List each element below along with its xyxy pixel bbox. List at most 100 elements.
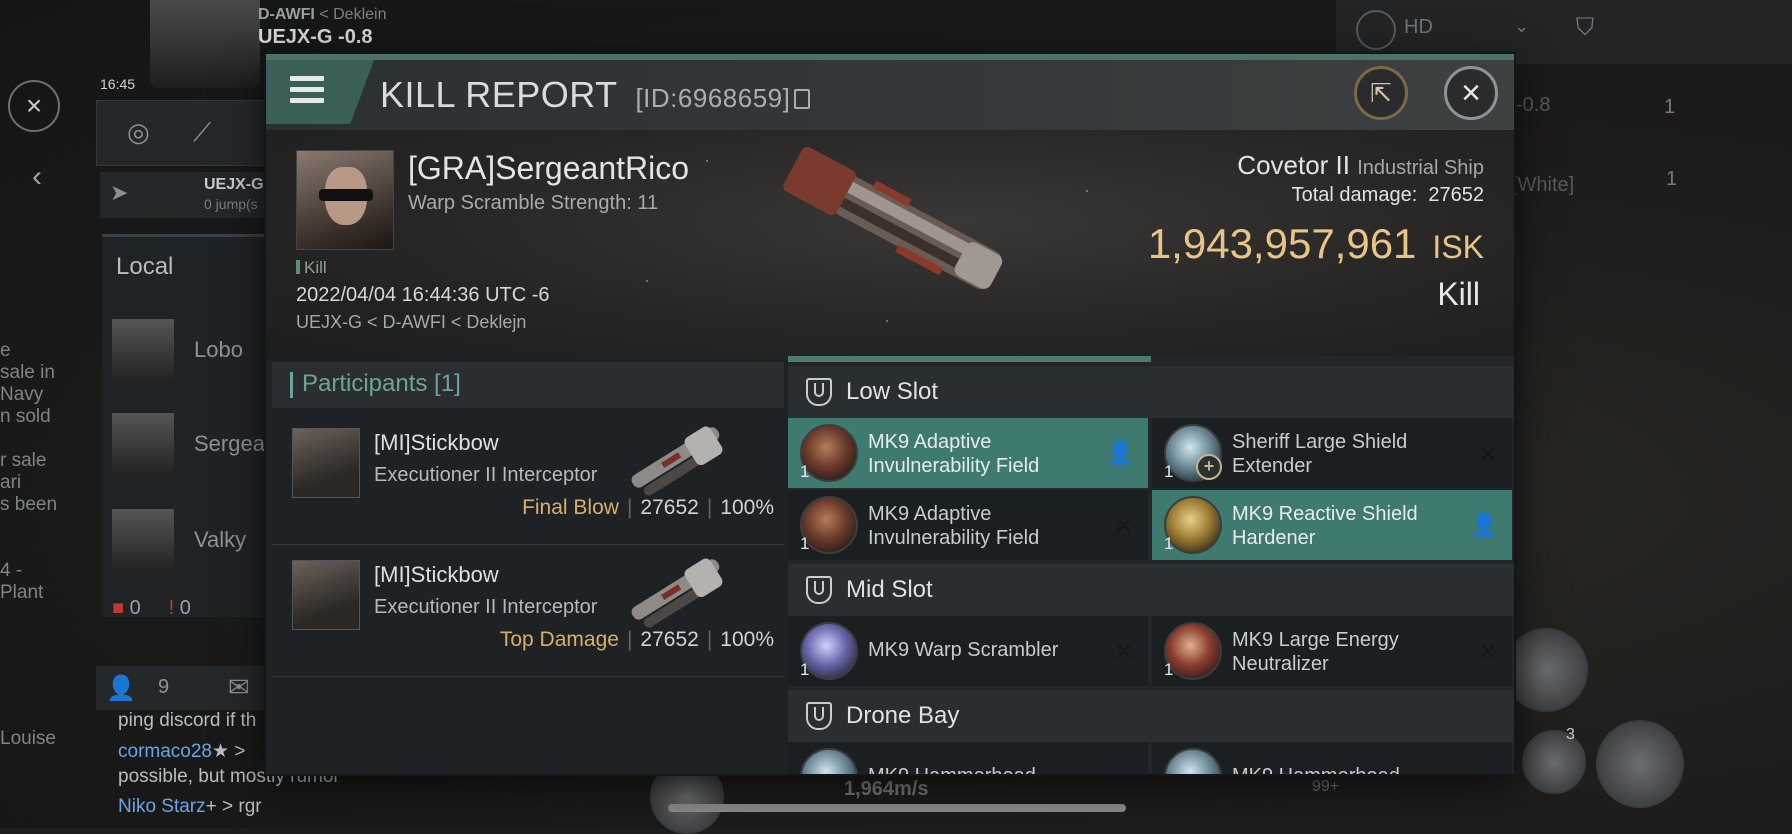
dialog-title: KILL REPORT [ID:6968659] bbox=[380, 74, 811, 116]
copy-icon[interactable] bbox=[794, 89, 811, 109]
overview-standing: [White] bbox=[1512, 174, 1575, 196]
share-button[interactable]: ⇱ bbox=[1354, 66, 1408, 120]
fitting-item[interactable]: MK9 Hammerhead bbox=[788, 742, 1148, 774]
kill-datetime: 2022/04/04 16:44:36 UTC -6 bbox=[296, 284, 550, 306]
avatar[interactable] bbox=[292, 428, 360, 498]
close-icon: × bbox=[1461, 73, 1481, 112]
participant-name: [MI]Stickbow bbox=[374, 430, 499, 455]
current-system[interactable]: UEJX-G -0.8 bbox=[258, 26, 373, 49]
speed-readout: 1,964m/s bbox=[844, 778, 929, 800]
share-icon: ⇱ bbox=[1370, 77, 1392, 108]
victim-name[interactable]: [GRA]SergeantRico bbox=[408, 150, 689, 187]
fitting-item[interactable]: 1 MK9 Large Energy Neutralizer ✕ bbox=[1152, 616, 1512, 686]
overview-count: 1 bbox=[1666, 168, 1678, 190]
chat-toolbar: 👤 9 ✉ bbox=[96, 666, 272, 710]
mail-icon[interactable]: ✉ bbox=[228, 672, 250, 703]
close-button[interactable]: × bbox=[1444, 66, 1498, 120]
victim-panel: [GRA]SergeantRico Warp Scramble Strength… bbox=[266, 130, 1514, 360]
alert-icon: ! bbox=[168, 597, 175, 619]
pilot-icon[interactable]: 👤 bbox=[1471, 512, 1498, 538]
fitting-panel: Low Slot 1 MK9 Adaptive Invulnerability … bbox=[788, 356, 1514, 774]
dialog-header: KILL REPORT [ID:6968659] ⇱ × bbox=[266, 60, 1514, 130]
kill-tag: Kill bbox=[296, 258, 327, 278]
participants-header: Participants [1] bbox=[272, 362, 784, 408]
filter-icon[interactable]: ⛉ bbox=[1576, 14, 1594, 42]
fitting-item[interactable]: 1 MK9 Reactive Shield Hardener 👤 bbox=[1152, 490, 1512, 560]
member-name: Valky bbox=[194, 527, 247, 552]
kill-report-dialog: KILL REPORT [ID:6968659] ⇱ × [GRA]Sergea… bbox=[266, 54, 1514, 774]
local-title: Local bbox=[116, 253, 174, 280]
participant-stats: Top Damage | 27652 | 100% bbox=[499, 628, 774, 651]
target-icon[interactable] bbox=[1356, 10, 1396, 50]
shield-slot-icon bbox=[806, 378, 832, 406]
overview-sec: -0.8 bbox=[1516, 94, 1551, 116]
route-jumps: 0 jump(s bbox=[204, 196, 258, 212]
people-icon[interactable]: 👤 bbox=[106, 674, 136, 703]
drone-icon bbox=[1164, 748, 1222, 774]
participant-name: [MI]Stickbow bbox=[374, 562, 499, 587]
module-button[interactable] bbox=[1596, 720, 1684, 808]
isk-value: 1,943,957,961 ISK bbox=[1147, 220, 1484, 267]
quality-label[interactable]: HD bbox=[1404, 16, 1433, 39]
menu-button[interactable] bbox=[266, 60, 374, 124]
avatar bbox=[112, 319, 174, 381]
route-system: UEJX-G bbox=[204, 176, 264, 193]
hud-toolbar: ◎ ⟋ bbox=[96, 100, 274, 166]
chevron-left-icon[interactable]: ‹ bbox=[32, 160, 42, 194]
local-counts: ■ 0 ! 0 bbox=[112, 597, 191, 619]
avatar bbox=[112, 509, 174, 571]
plus-icon: + bbox=[1196, 454, 1222, 480]
participant-row[interactable]: [MI]Stickbow Executioner II Interceptor … bbox=[272, 412, 784, 545]
region-path: D-AWFI < Deklein bbox=[258, 6, 387, 23]
count-badge: 3 bbox=[1566, 726, 1575, 743]
module-button[interactable] bbox=[1504, 628, 1588, 712]
participant-ship: Executioner II Interceptor bbox=[374, 596, 598, 618]
module-button[interactable] bbox=[1522, 730, 1586, 794]
participant-ship-image bbox=[631, 426, 723, 496]
fitting-item[interactable]: MK9 Hammerhead bbox=[1152, 742, 1512, 774]
close-icon[interactable]: ✕ bbox=[1114, 638, 1134, 667]
fitting-item[interactable]: 1 MK9 Warp Scrambler ✕ bbox=[788, 616, 1148, 686]
chevron-down-icon[interactable]: ⌄ bbox=[1514, 16, 1529, 37]
hostile-icon: ■ bbox=[112, 597, 125, 619]
local-member[interactable]: Sergeant bbox=[112, 413, 283, 477]
player-portrait[interactable] bbox=[150, 0, 260, 88]
home-indicator[interactable] bbox=[668, 804, 1126, 812]
victim-ship-image[interactable] bbox=[760, 140, 1030, 300]
local-member[interactable]: Lobo bbox=[112, 319, 272, 383]
chat-message: cormaco28★ > bbox=[118, 741, 246, 762]
participant-row[interactable]: [MI]Stickbow Executioner II Interceptor … bbox=[272, 544, 784, 677]
member-count: 9 bbox=[158, 676, 170, 698]
route-panel[interactable]: ➤ UEJX-G 0 jump(s bbox=[100, 172, 272, 218]
avatar[interactable] bbox=[292, 560, 360, 630]
close-icon[interactable]: ✕ bbox=[1114, 512, 1134, 541]
fitting-item[interactable]: 1 MK9 Adaptive Invulnerability Field 👤 bbox=[788, 418, 1148, 488]
member-name: Lobo bbox=[194, 337, 243, 362]
overview-icon[interactable]: ◎ bbox=[127, 117, 150, 148]
tab-progress-bar bbox=[788, 356, 1151, 362]
participant-ship-image bbox=[631, 558, 723, 628]
pilot-icon[interactable]: 👤 bbox=[1107, 440, 1134, 466]
chat-left-name: Louise bbox=[0, 728, 56, 749]
close-icon[interactable]: × bbox=[8, 80, 60, 132]
victim-portrait[interactable] bbox=[296, 150, 394, 250]
victim-ship[interactable]: Covetor II Industrial Ship bbox=[1237, 150, 1484, 181]
fitting-item[interactable]: 1 MK9 Adaptive Invulnerability Field ✕ bbox=[788, 490, 1148, 560]
participants-panel: Participants [1] [MI]Stickbow Executione… bbox=[272, 362, 784, 774]
section-low-slot: Low Slot bbox=[788, 366, 1514, 418]
section-drone-bay: Drone Bay bbox=[788, 690, 1514, 742]
navigate-icon: ➤ bbox=[110, 180, 129, 205]
count-badge: 99+ bbox=[1312, 778, 1340, 795]
participants-title: Participants [1] bbox=[302, 370, 461, 397]
hamburger-icon bbox=[290, 76, 324, 109]
kill-id: [ID:6968659] bbox=[635, 83, 791, 113]
section-mid-slot: Mid Slot bbox=[788, 564, 1514, 616]
clock: 16:45 bbox=[100, 76, 136, 92]
local-member[interactable]: Valky bbox=[112, 509, 272, 573]
shield-slot-icon bbox=[806, 576, 832, 604]
kill-location[interactable]: UEJX-G < D-AWFI < Deklejn bbox=[296, 312, 526, 333]
close-icon[interactable]: ✕ bbox=[1478, 440, 1498, 469]
fitting-item[interactable]: + 1 Sheriff Large Shield Extender ✕ bbox=[1152, 418, 1512, 488]
chart-icon[interactable]: ⟋ bbox=[193, 117, 211, 149]
close-icon[interactable]: ✕ bbox=[1478, 638, 1498, 667]
